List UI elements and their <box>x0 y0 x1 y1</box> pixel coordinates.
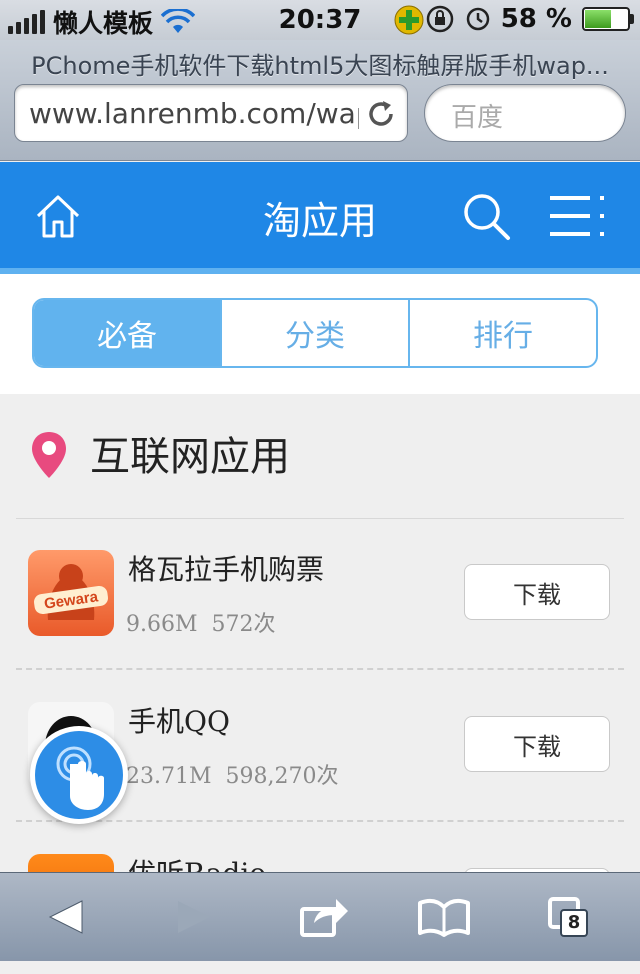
bookmarks-icon[interactable] <box>416 893 472 941</box>
location-pin-icon <box>32 432 66 478</box>
row-divider <box>16 820 624 822</box>
browser-toolbar: 8 <box>0 872 640 961</box>
row-divider <box>16 668 624 670</box>
plugin-badge-icon <box>394 5 424 35</box>
tabs-area: 必备 分类 排行 <box>0 274 640 394</box>
forward-arrow-icon[interactable] <box>166 893 222 941</box>
status-right: 58 % <box>425 4 634 34</box>
section-title: 互联网应用 <box>90 434 290 480</box>
segmented-tabs: 必备 分类 排行 <box>32 298 598 368</box>
url-field[interactable]: www.lanrenmb.com/wap <box>14 84 408 142</box>
tab-category[interactable]: 分类 <box>220 300 408 366</box>
download-button[interactable]: 下载 <box>464 716 610 772</box>
back-arrow-icon[interactable] <box>40 893 96 941</box>
search-placeholder: 百度 <box>451 103 504 133</box>
share-icon[interactable] <box>296 893 352 941</box>
status-bar: 懒人模板 20:37 58 % <box>0 0 640 40</box>
touch-hand-icon <box>35 731 123 819</box>
assistive-touch-button[interactable] <box>30 726 128 824</box>
battery-icon <box>582 7 634 31</box>
menu-icon[interactable] <box>548 194 608 238</box>
app-name: 手机QQ <box>128 705 230 738</box>
app-size: 9.66M <box>126 612 198 637</box>
url-text: www.lanrenmb.com/wap <box>29 97 359 130</box>
app-meta: 23.71M 598,270次 <box>126 758 339 790</box>
battery-fill <box>585 10 611 28</box>
section-divider <box>16 518 624 519</box>
battery-percent: 58 % <box>500 4 572 34</box>
page-title: PChome手机软件下载html5大图标触屏版手机wap... <box>31 52 609 80</box>
section-header: 互联网应用 <box>0 394 640 520</box>
site-title: 淘应用 <box>262 199 377 243</box>
app-name: 格瓦拉手机购票 <box>128 553 325 586</box>
app-downloads: 572次 <box>211 612 276 637</box>
app-size: 23.71M <box>126 764 212 789</box>
browser-address-bar: PChome手机软件下载html5大图标触屏版手机wap... www.lanr… <box>0 40 640 161</box>
gewara-icon[interactable]: Gewara <box>28 550 114 636</box>
rotation-lock-icon <box>426 5 453 33</box>
download-button[interactable]: 下载 <box>464 564 610 620</box>
app-meta: 9.66M 572次 <box>126 606 276 638</box>
app-downloads: 598,270次 <box>225 764 339 789</box>
search-icon[interactable] <box>460 190 512 242</box>
alarm-clock-icon <box>466 7 489 31</box>
app-list-item[interactable]: Gewara 格瓦拉手机购票 9.66M 572次 下载 <box>0 520 640 670</box>
site-header: 淘应用 <box>0 162 640 268</box>
search-input[interactable]: 百度 <box>424 84 626 142</box>
tab-ranking[interactable]: 排行 <box>408 300 596 366</box>
tab-essential[interactable]: 必备 <box>34 300 220 366</box>
tabs-count: 8 <box>560 909 588 937</box>
reload-icon[interactable] <box>365 98 397 130</box>
